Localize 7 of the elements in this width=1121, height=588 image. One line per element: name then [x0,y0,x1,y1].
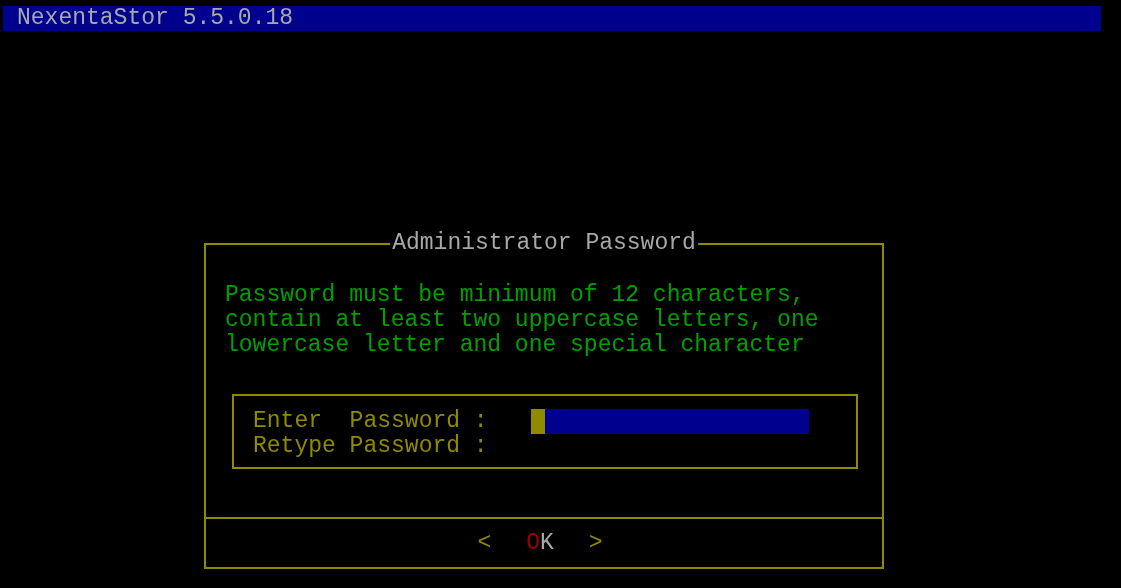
text-cursor [531,409,545,434]
title-bar: NexentaStor 5.5.0.18 [3,6,1101,31]
ok-button[interactable]: < OK > [477,530,603,556]
password-field[interactable] [531,409,809,434]
field-label: Enter Password : [253,409,489,434]
field-label: Retype Password : [253,434,489,459]
instructions-text: Password must be minimum of 12 characters, contain at least two uppercase letters, one lowercase letter and one special character [225,283,820,358]
